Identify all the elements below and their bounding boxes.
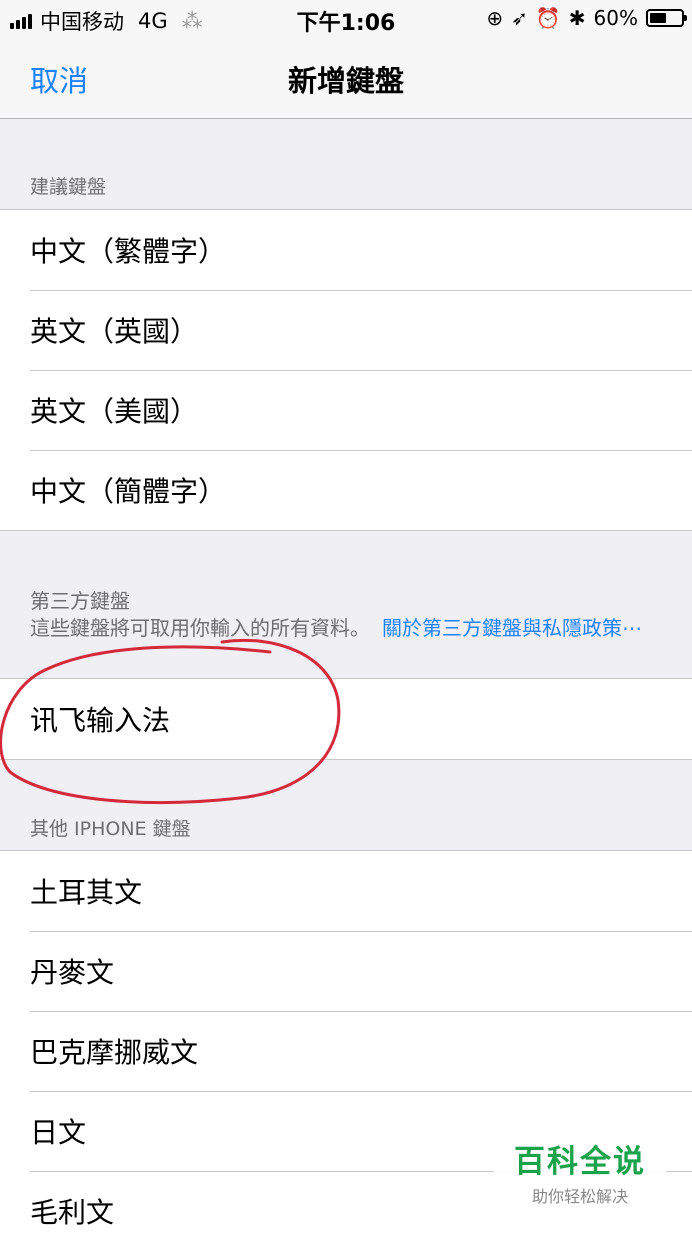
suggested-keyboard-list: 中文（繁體字） 英文（英國） 英文（美國） 中文（簡體字）: [0, 209, 692, 531]
keyboard-row-danish[interactable]: 丹麥文: [0, 931, 692, 1011]
rotation-lock-icon: ⊕: [486, 6, 504, 30]
keyboard-row-english-us[interactable]: 英文（美國）: [0, 370, 692, 450]
section-header-other: 其他 IPHONE 鍵盤: [30, 818, 191, 840]
section-header-third-party: 第三方鍵盤: [30, 589, 130, 613]
keyboard-row-chinese-traditional[interactable]: 中文（繁體字）: [0, 210, 692, 290]
keyboard-row-english-uk[interactable]: 英文（英國）: [0, 290, 692, 370]
third-party-keyboard-list: 讯飞输入法: [0, 678, 692, 760]
bluetooth-icon: ✱: [568, 6, 586, 30]
keyboard-row-turkish[interactable]: 土耳其文: [0, 851, 692, 931]
battery-icon: [646, 9, 687, 27]
privacy-policy-link[interactable]: 關於第三方鍵盤與私隱政策⋯: [382, 616, 642, 640]
keyboard-row-norwegian-bokmal[interactable]: 巴克摩挪威文: [0, 1011, 692, 1091]
watermark-subtitle: 助你轻松解决: [531, 1187, 628, 1206]
watermark-title: 百科全说: [514, 1144, 646, 1180]
location-arrow-icon: ➶: [511, 6, 528, 30]
third-party-note: 這些鍵盤將可取用你輸入的所有資料。: [30, 616, 370, 640]
navigation-bar: 取消 新增鍵盤: [0, 40, 692, 119]
page-title: 新增鍵盤: [287, 64, 404, 98]
third-party-description: 第三方鍵盤 這些鍵盤將可取用你輸入的所有資料。 關於第三方鍵盤與私隱政策⋯: [30, 588, 670, 642]
watermark-logo: 百科全说 助你轻松解决: [494, 1130, 666, 1206]
alarm-icon: ⏰: [535, 6, 561, 30]
section-header-suggested: 建議鍵盤: [30, 176, 107, 198]
keyboard-row-iflytek[interactable]: 讯飞输入法: [0, 679, 692, 759]
status-bar: 中国移动 4G ⁂ 下午1:06 ⊕ ➶ ⏰ ✱ 60%: [0, 0, 692, 40]
status-right: ⊕ ➶ ⏰ ✱ 60%: [486, 6, 687, 30]
battery-percent: 60%: [593, 6, 638, 30]
keyboard-row-chinese-simplified[interactable]: 中文（簡體字）: [0, 450, 692, 530]
